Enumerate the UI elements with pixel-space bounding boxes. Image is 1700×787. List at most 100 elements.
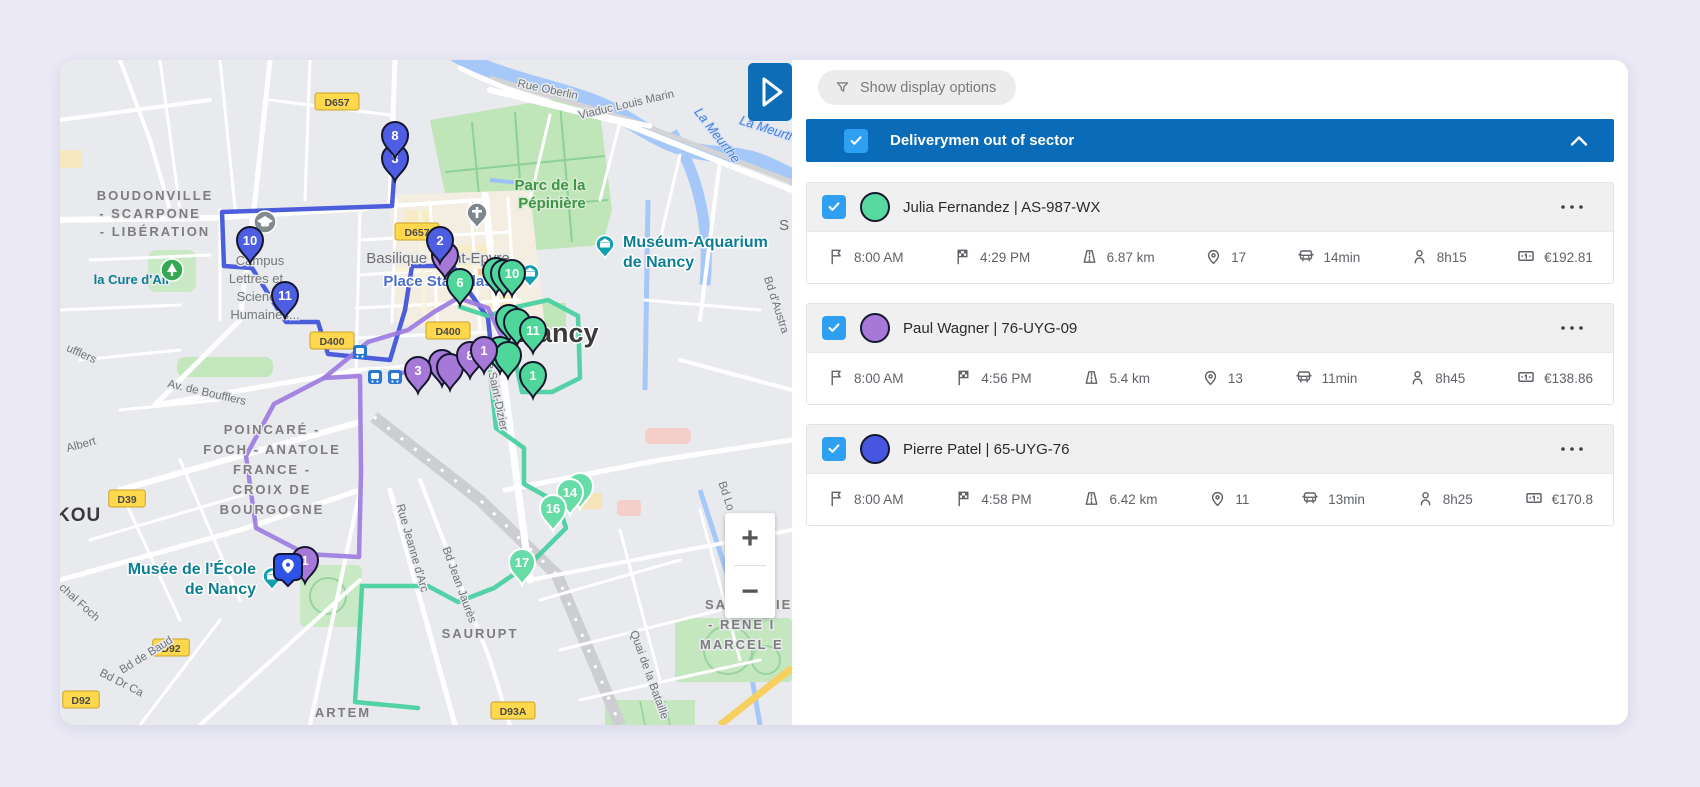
road-badge: D657 [315,93,359,110]
stat-value: €170.8 [1552,492,1593,507]
flag-finish-icon [953,247,972,269]
svg-text:10: 10 [243,233,257,248]
zoom-out-button[interactable]: − [725,567,775,617]
deliveryman-checkbox[interactable] [822,195,846,219]
stat-value: 14min [1324,250,1361,265]
stat-banknote: €192.81 [1516,246,1593,269]
deliveryman-checkbox[interactable] [822,437,846,461]
zoom-divider [734,565,766,566]
chevron-up-icon[interactable] [1568,134,1590,148]
stat-value: 13min [1328,492,1365,507]
flag-start-icon [827,489,846,511]
map-label: KOU [60,505,101,526]
panel-expand-button[interactable] [748,63,792,121]
map-terrain [60,60,792,725]
map-label: MARCEL E [700,637,784,652]
flag-finish-icon [954,368,973,390]
check-icon [848,133,864,149]
deliveryman-header[interactable]: Paul Wagner | 76-UYG-09 [807,304,1613,352]
map-label: SA [705,597,727,612]
deliveryman-name: Pierre Patel | 65-UYG-76 [903,441,1557,458]
deliveryman-checkbox[interactable] [822,316,846,340]
more-options-button[interactable] [1557,442,1587,456]
flag-start-icon [827,247,846,269]
group-title: Deliverymen out of sector [890,132,1568,149]
stat-value: 8h45 [1435,371,1465,386]
road-badge: D93A [491,702,535,719]
ellipsis-icon [1559,204,1585,210]
zoom-in-button[interactable]: + [725,514,775,564]
person-icon [1410,247,1429,269]
stat-road: 5.4 km [1082,368,1150,390]
stat-flag-finish: 4:29 PM [953,247,1030,269]
stat-value: 8h25 [1443,492,1473,507]
show-display-options-button[interactable]: Show display options [818,70,1016,105]
svg-text:D93A: D93A [500,706,527,718]
stat-value: 8:00 AM [854,250,904,265]
svg-text:D39: D39 [117,494,136,506]
map-label: SAURUPT [442,626,519,641]
triangle-right-icon [748,63,792,121]
stat-value: 4:56 PM [981,371,1031,386]
check-icon [826,441,842,457]
map-label: Pépinière [518,195,586,212]
stat-value: 8h15 [1437,250,1467,265]
deliveryman-header[interactable]: Pierre Patel | 65-UYG-76 [807,425,1613,473]
app: { "panel": { "display_options_label": "S… [0,0,1700,787]
deliveryman-stats: 8:00 AM4:56 PM5.4 km1311min8h45€138.86 [807,352,1613,404]
flag-finish-icon [954,489,973,511]
svg-text:D400: D400 [435,326,460,338]
pin-icon [1208,489,1227,511]
transit-station-icon [368,370,382,384]
group-checkbox[interactable] [844,129,868,153]
deliverymen-panel: Show display options Deliverymen out of … [792,60,1628,725]
vehicle-icon [1296,246,1316,269]
more-options-button[interactable] [1557,321,1587,335]
deliveryman-card: Paul Wagner | 76-UYG-098:00 AM4:56 PM5.4… [806,303,1614,405]
banknote-icon [1524,488,1544,511]
svg-text:17: 17 [515,555,529,570]
map-label: BOURGOGNE [220,502,325,517]
group-header[interactable]: Deliverymen out of sector [806,119,1614,162]
deliverymen-list: Julia Fernandez | AS-987-WX 8:00 AM 4:29 P… [806,182,1614,526]
map-label: Musée de l'École [128,559,256,578]
transit-station-icon [388,370,402,384]
avatar [860,313,890,343]
stat-value: 11 [1235,492,1249,507]
map-zoom-control: + − [725,513,775,618]
banknote-icon [1516,367,1536,390]
vehicle-icon [1294,367,1314,390]
stat-banknote: €170.8 [1524,488,1593,511]
stat-flag-start: 8:00 AM [827,489,904,511]
map-label: FRANCE - [233,462,311,477]
deliveryman-card: Pierre Patel | 65-UYG-76 8:00 AM 4:58 PM 6.… [806,424,1614,526]
filter-icon [834,79,851,96]
stat-road: 6.42 km [1082,489,1157,511]
check-icon [826,199,842,215]
stat-vehicle: 14min [1296,246,1361,269]
road-badge: D400 [310,332,354,349]
deliveryman-name: Paul Wagner | 76-UYG-09 [903,320,1557,337]
stat-value: 11min [1322,371,1358,386]
person-icon [1408,368,1427,390]
deliveryman-stats: 8:00 AM4:29 PM6.87 km1714min8h15€192.81 [807,231,1613,283]
stat-person: 8h15 [1410,247,1467,269]
check-icon [826,320,842,336]
vehicle-icon [1300,488,1320,511]
stat-flag-finish: 4:56 PM [954,368,1031,390]
stat-value: 6.87 km [1107,250,1155,265]
more-options-button[interactable] [1557,200,1587,214]
svg-text:3: 3 [414,363,421,378]
svg-text:11: 11 [278,288,292,303]
stat-value: €138.86 [1544,371,1593,386]
deliveryman-header[interactable]: Julia Fernandez | AS-987-WX [807,183,1613,231]
road-badge: D39 [109,490,146,507]
deliveryman-name: Julia Fernandez | AS-987-WX [903,199,1557,216]
map-canvas[interactable]: D657D657D400D400D39D92D92D93A BOUDONVILL… [60,60,792,725]
stat-value: 4:58 PM [981,492,1031,507]
show-display-options-label: Show display options [860,80,996,96]
svg-text:D657: D657 [324,97,349,109]
map-label: - LIBÉRATION [100,224,210,239]
stat-banknote: €138.86 [1516,367,1593,390]
map-label: de Nancy [623,254,694,271]
